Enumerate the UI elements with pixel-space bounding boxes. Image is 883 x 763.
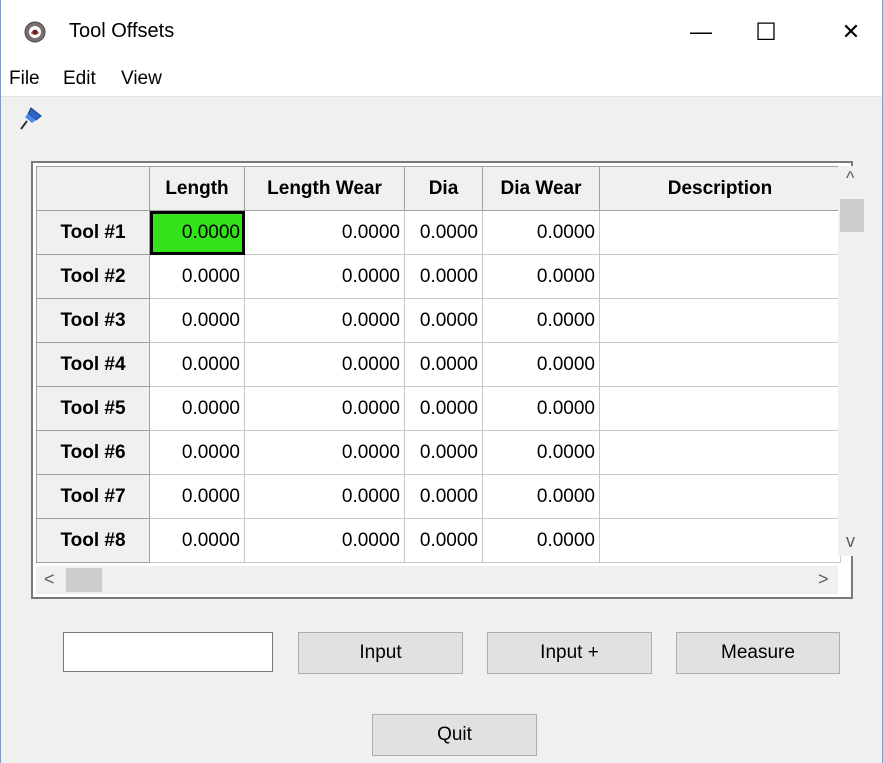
scroll-up-icon[interactable]: ^ — [846, 168, 854, 189]
length-wear-cell[interactable]: 0.0000 — [244, 474, 405, 519]
length-wear-cell[interactable]: 0.0000 — [244, 386, 405, 431]
dia-wear-cell[interactable]: 0.0000 — [482, 386, 600, 431]
dia-wear-cell[interactable]: 0.0000 — [482, 518, 600, 563]
length-cell[interactable]: 0.0000 — [149, 518, 245, 563]
column-header-description[interactable]: Description — [599, 166, 841, 211]
length-cell[interactable]: 0.0000 — [149, 342, 245, 387]
tool-offsets-window: Tool Offsets — ☐ ✕ File Edit View Length… — [0, 0, 883, 763]
dia-cell[interactable]: 0.0000 — [404, 210, 483, 255]
offset-value-input[interactable] — [63, 632, 273, 672]
column-header-length-wear[interactable]: Length Wear — [244, 166, 405, 211]
offsets-table: Length Length Wear Dia Dia Wear Descript… — [36, 166, 841, 563]
dia-cell[interactable]: 0.0000 — [404, 386, 483, 431]
dia-cell[interactable]: 0.0000 — [404, 298, 483, 343]
description-cell[interactable] — [599, 298, 841, 343]
length-wear-cell[interactable]: 0.0000 — [244, 342, 405, 387]
dia-wear-cell[interactable]: 0.0000 — [482, 254, 600, 299]
dia-wear-cell[interactable]: 0.0000 — [482, 342, 600, 387]
length-cell[interactable]: 0.0000 — [149, 474, 245, 519]
pushpin-icon[interactable] — [17, 104, 47, 134]
row-header-tool-8[interactable]: Tool #8 — [36, 518, 150, 563]
dia-wear-cell[interactable]: 0.0000 — [482, 474, 600, 519]
maximize-icon: ☐ — [755, 18, 777, 46]
row-header-tool-1[interactable]: Tool #1 — [36, 210, 150, 255]
row-header-tool-5[interactable]: Tool #5 — [36, 386, 150, 431]
maximize-button[interactable]: ☐ — [736, 0, 796, 64]
length-wear-cell[interactable]: 0.0000 — [244, 298, 405, 343]
dia-cell[interactable]: 0.0000 — [404, 430, 483, 475]
row-header-tool-7[interactable]: Tool #7 — [36, 474, 150, 519]
row-header-tool-6[interactable]: Tool #6 — [36, 430, 150, 475]
table-row: Tool #6 0.0000 0.0000 0.0000 0.0000 — [36, 430, 841, 475]
description-cell[interactable] — [599, 430, 841, 475]
dia-wear-cell[interactable]: 0.0000 — [482, 430, 600, 475]
column-header-dia[interactable]: Dia — [404, 166, 483, 211]
row-header-tool-2[interactable]: Tool #2 — [36, 254, 150, 299]
table-row: Tool #7 0.0000 0.0000 0.0000 0.0000 — [36, 474, 841, 519]
tool-offsets-grid: Length Length Wear Dia Dia Wear Descript… — [31, 161, 866, 599]
description-cell[interactable] — [599, 474, 841, 519]
column-header-dia-wear[interactable]: Dia Wear — [482, 166, 600, 211]
length-cell[interactable]: 0.0000 — [149, 254, 245, 299]
corner-cell — [36, 166, 150, 211]
dia-wear-cell[interactable]: 0.0000 — [482, 210, 600, 255]
close-icon: ✕ — [841, 19, 861, 44]
scroll-down-icon[interactable]: v — [846, 531, 855, 552]
quit-button[interactable]: Quit — [372, 714, 537, 756]
dia-wear-cell[interactable]: 0.0000 — [482, 298, 600, 343]
title-bar: Tool Offsets — ☐ ✕ — [1, 0, 882, 64]
description-cell[interactable] — [599, 210, 841, 255]
description-cell[interactable] — [599, 254, 841, 299]
table-row: Tool #3 0.0000 0.0000 0.0000 0.0000 — [36, 298, 841, 343]
app-logo-icon — [24, 21, 46, 43]
input-plus-button[interactable]: Input + — [487, 632, 652, 674]
vertical-scroll-thumb[interactable] — [840, 199, 864, 232]
length-cell[interactable]: 0.0000 — [149, 386, 245, 431]
header-row: Length Length Wear Dia Dia Wear Descript… — [36, 166, 841, 211]
column-header-length[interactable]: Length — [149, 166, 245, 211]
length-wear-cell[interactable]: 0.0000 — [244, 210, 405, 255]
input-button[interactable]: Input — [298, 632, 463, 674]
length-cell[interactable]: 0.0000 — [149, 430, 245, 475]
window-title: Tool Offsets — [69, 20, 175, 42]
row-header-tool-4[interactable]: Tool #4 — [36, 342, 150, 387]
menu-view[interactable]: View — [121, 68, 162, 90]
description-cell[interactable] — [599, 518, 841, 563]
menu-file[interactable]: File — [9, 68, 40, 90]
table-row: Tool #8 0.0000 0.0000 0.0000 0.0000 — [36, 518, 841, 563]
table-row: Tool #4 0.0000 0.0000 0.0000 0.0000 — [36, 342, 841, 387]
menu-bar: File Edit View — [1, 64, 882, 97]
close-button[interactable]: ✕ — [821, 0, 881, 64]
length-cell[interactable]: 0.0000 — [149, 298, 245, 343]
horizontal-scrollbar[interactable]: < > — [36, 566, 838, 594]
length-cell-selected[interactable]: 0.0000 — [149, 210, 245, 255]
dia-cell[interactable]: 0.0000 — [404, 518, 483, 563]
minimize-icon: — — [690, 19, 712, 44]
horizontal-scroll-thumb[interactable] — [66, 568, 102, 592]
vertical-scrollbar[interactable]: ^ v — [838, 166, 866, 556]
description-cell[interactable] — [599, 386, 841, 431]
description-cell[interactable] — [599, 342, 841, 387]
table-row: Tool #2 0.0000 0.0000 0.0000 0.0000 — [36, 254, 841, 299]
dia-cell[interactable]: 0.0000 — [404, 474, 483, 519]
row-header-tool-3[interactable]: Tool #3 — [36, 298, 150, 343]
length-wear-cell[interactable]: 0.0000 — [244, 518, 405, 563]
dia-cell[interactable]: 0.0000 — [404, 342, 483, 387]
menu-edit[interactable]: Edit — [63, 68, 96, 90]
table-row: Tool #1 0.0000 0.0000 0.0000 0.0000 — [36, 210, 841, 255]
length-wear-cell[interactable]: 0.0000 — [244, 430, 405, 475]
table-row: Tool #5 0.0000 0.0000 0.0000 0.0000 — [36, 386, 841, 431]
minimize-button[interactable]: — — [671, 0, 731, 64]
scroll-right-icon[interactable]: > — [818, 569, 829, 590]
dia-cell[interactable]: 0.0000 — [404, 254, 483, 299]
measure-button[interactable]: Measure — [676, 632, 840, 674]
length-wear-cell[interactable]: 0.0000 — [244, 254, 405, 299]
scroll-left-icon[interactable]: < — [44, 569, 55, 590]
